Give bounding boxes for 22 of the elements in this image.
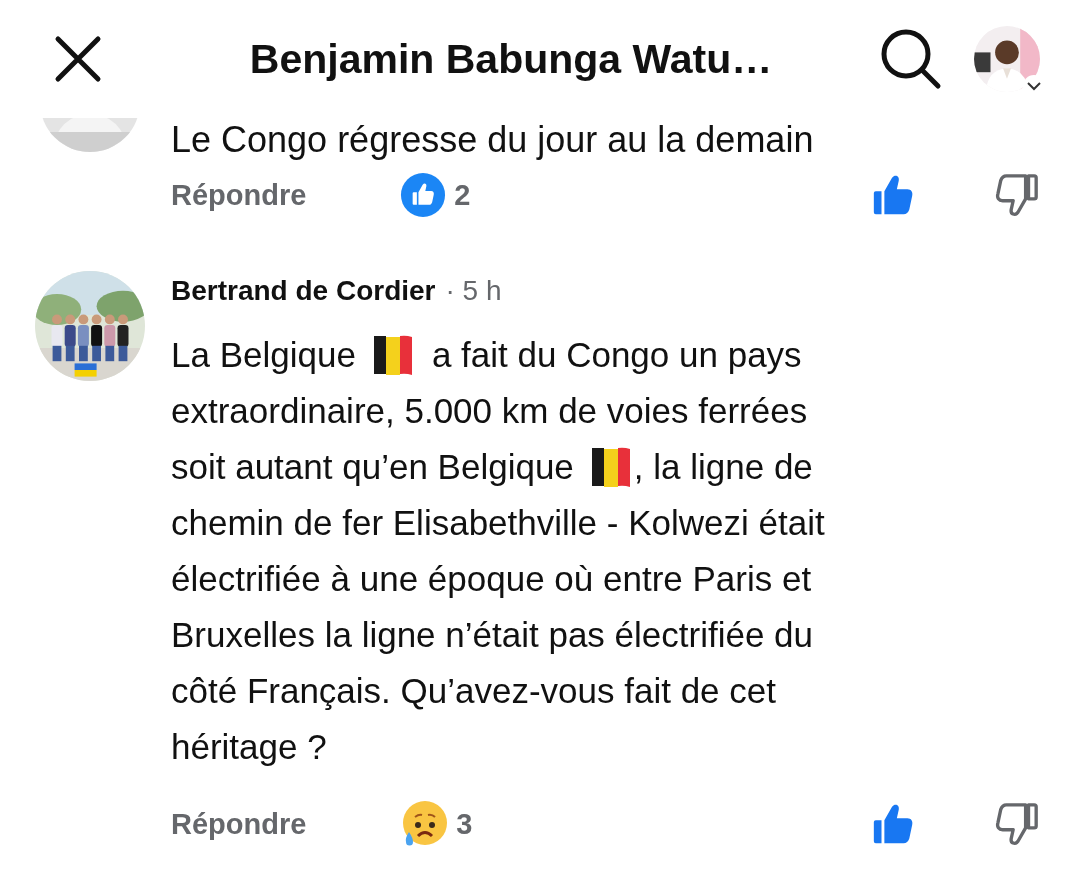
reply-button[interactable]: Répondre (171, 178, 307, 212)
reply-button[interactable]: Répondre (171, 807, 307, 841)
comment-text: héritage ? (171, 727, 327, 767)
comment-text: électrifiée à une époque où entre Paris et (171, 559, 812, 599)
comment-text: chemin de fer Elisabethville - Kolwezi était (171, 503, 825, 543)
comment-text: a fait du Congo un pays (431, 335, 802, 375)
reaction-count: 3 (456, 807, 473, 841)
comment-text: La Belgique (171, 335, 356, 375)
comment-text: côté Français. Qu’avez-vous fait de cet (171, 671, 776, 711)
author-name[interactable]: Bertrand de Cordier (171, 275, 436, 307)
comment-text: Le Congo régresse du jour au la demain (171, 119, 814, 161)
crying-face-icon[interactable] (400, 800, 449, 848)
timestamp: · 5 h (445, 275, 502, 307)
downvote-icon[interactable] (994, 172, 1040, 218)
comment-text: soit autant qu’en Belgique (171, 447, 574, 487)
thumbs-up-icon[interactable] (400, 172, 447, 218)
downvote-icon[interactable] (994, 801, 1040, 847)
comment-text: , la ligne de (633, 447, 813, 487)
page-title: Benjamin Babunga Watu… (248, 35, 774, 83)
comment-text: extraordinaire, 5.000 km de voies ferrées (171, 391, 808, 431)
comment-text: Bruxelles la ligne n’était pas électrifiée du (171, 615, 814, 655)
reaction-count: 2 (454, 178, 471, 212)
